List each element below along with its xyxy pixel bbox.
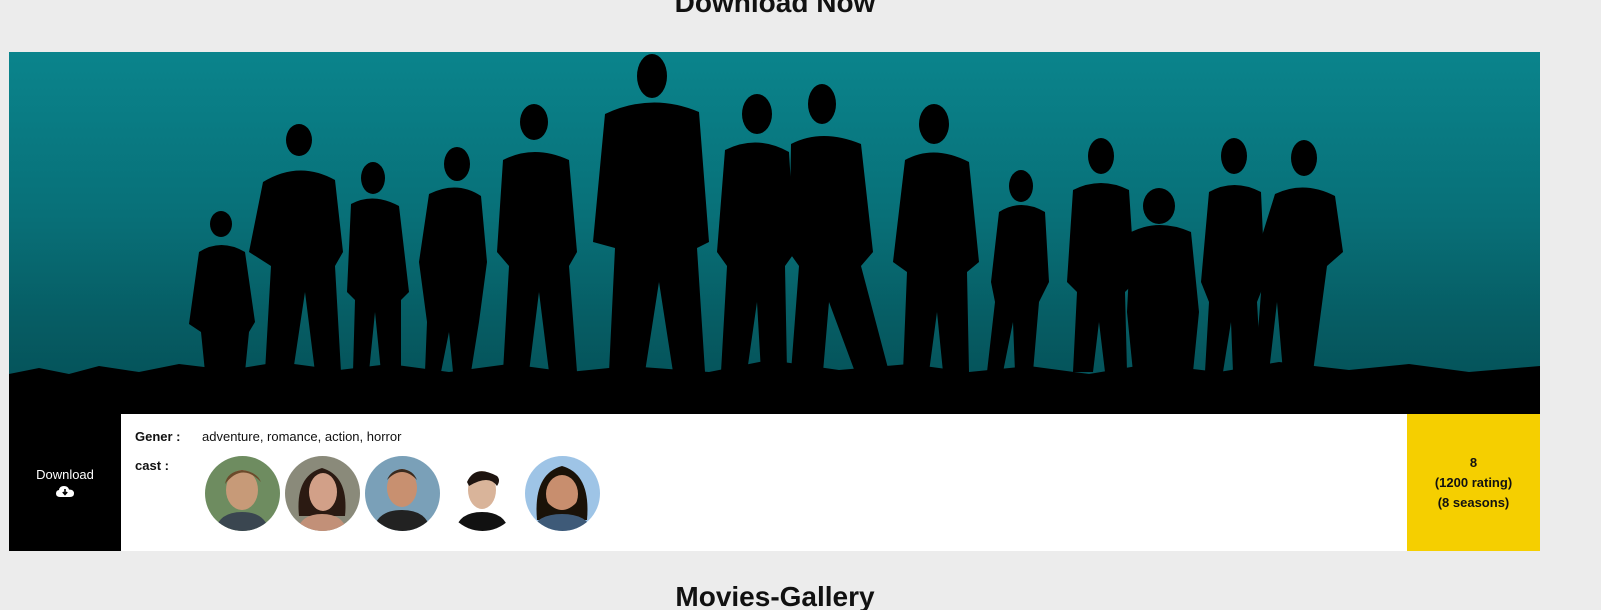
cast-photo (445, 456, 520, 531)
cast-label: cast : (135, 458, 169, 473)
download-label: Download (36, 466, 94, 482)
cast-avatar-4[interactable] (445, 456, 520, 531)
section-title-movies-gallery: Movies-Gallery (675, 581, 875, 610)
cast-photo (525, 456, 600, 531)
cast-avatar-5[interactable] (525, 456, 600, 531)
rating-value: 8 (1469, 454, 1478, 470)
genre-list: adventure, romance, action, horror (202, 429, 402, 444)
cast-photo (205, 456, 280, 531)
hero-banner (9, 52, 1540, 414)
rating-count: (1200 rating) (1434, 474, 1513, 490)
cast-photo (365, 456, 440, 531)
cast-avatar-3[interactable] (365, 456, 440, 531)
show-info-bar: Download Gener : adventure, romance, act… (9, 414, 1540, 551)
download-button[interactable]: Download (9, 414, 121, 551)
show-details: Gener : adventure, romance, action, horr… (121, 414, 1407, 551)
genre-label: Gener : (135, 429, 181, 444)
cast-list (205, 456, 600, 531)
cast-avatar-2[interactable] (285, 456, 360, 531)
cast-avatar-1[interactable] (205, 456, 280, 531)
page: Download Now Download Gener: adventure,… (0, 0, 1601, 610)
cast-photo (285, 456, 360, 531)
season-count: (8 seasons) (1437, 494, 1510, 510)
cloud-download-icon (56, 485, 74, 497)
rating-box: 8 (1200 rating) (8 seasons) (1407, 414, 1540, 551)
section-title-download-now: Download Now (674, 0, 876, 18)
cast-silhouette-image (9, 54, 1540, 414)
